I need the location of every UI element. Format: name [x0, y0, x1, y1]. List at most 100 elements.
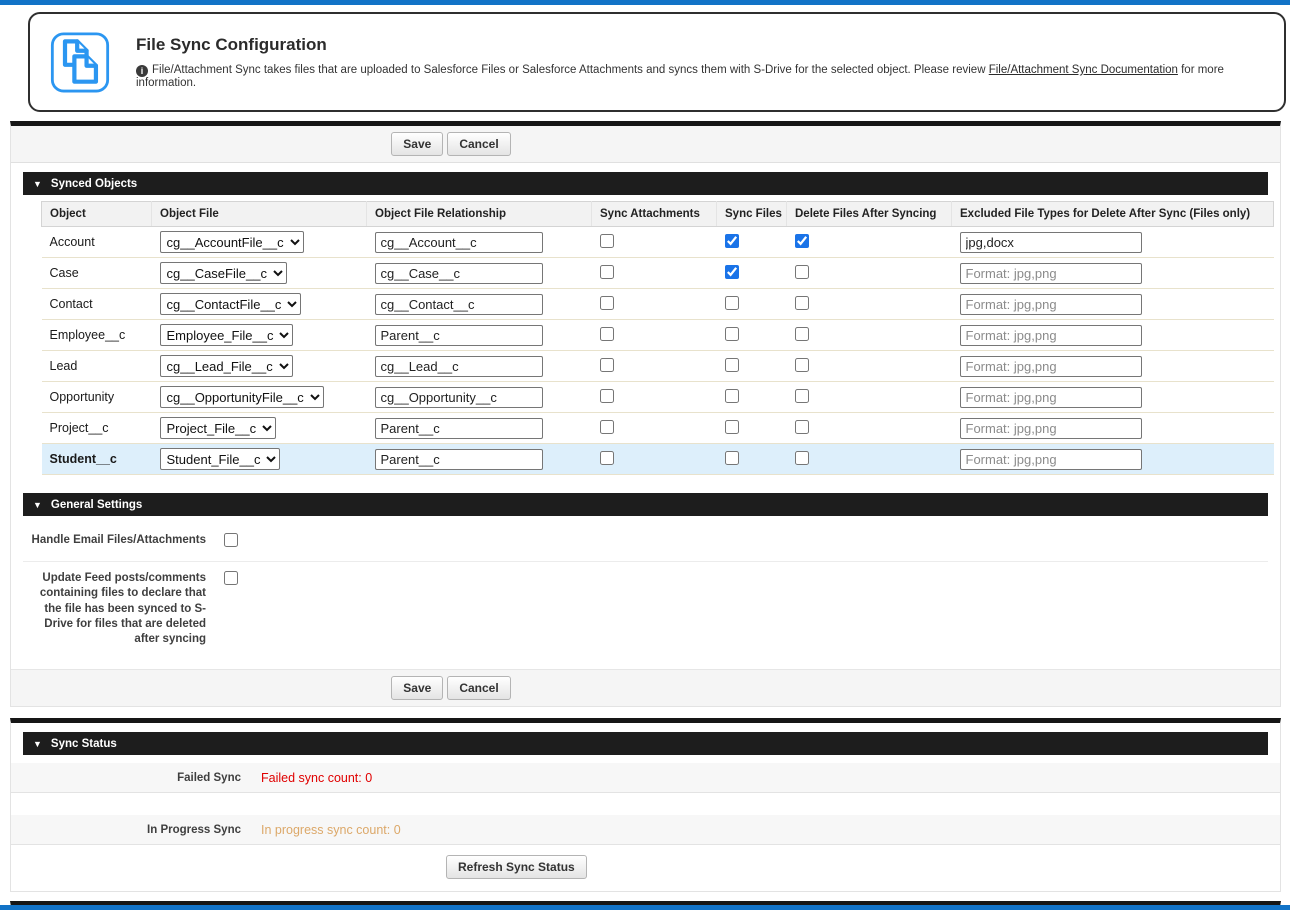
excluded-file-types-input[interactable] — [960, 325, 1142, 346]
synced-object-row: Casecg__CaseFile__c — [42, 258, 1274, 289]
save-button[interactable]: Save — [391, 132, 443, 156]
sync-files-checkbox[interactable] — [725, 420, 739, 434]
object-file-relationship-cell — [367, 413, 592, 444]
object-file-select[interactable]: cg__CaseFile__c — [160, 262, 287, 284]
object-file-cell: cg__OpportunityFile__c — [152, 382, 367, 413]
in-progress-sync-row: In Progress Sync In progress sync count:… — [11, 815, 1280, 845]
excluded-file-types-input[interactable] — [960, 294, 1142, 315]
object-file-relationship-input[interactable] — [375, 325, 543, 346]
section-title: Synced Objects — [51, 178, 137, 190]
sync-files-checkbox[interactable] — [725, 389, 739, 403]
sync-attachments-checkbox[interactable] — [600, 389, 614, 403]
excluded-file-types-input[interactable] — [960, 418, 1142, 439]
object-file-cell: cg__AccountFile__c — [152, 227, 367, 258]
delete-files-after-syncing-checkbox[interactable] — [795, 327, 809, 341]
excluded-file-types-input[interactable] — [960, 449, 1142, 470]
synced-objects-section-header[interactable]: Synced Objects — [23, 172, 1268, 195]
sync-files-checkbox-cell — [717, 351, 787, 382]
column-header: Sync Attachments — [592, 202, 717, 227]
object-file-select[interactable]: Student_File__c — [160, 448, 280, 470]
sync-files-checkbox[interactable] — [725, 451, 739, 465]
delete-files-after-syncing-checkbox[interactable] — [795, 296, 809, 310]
general-settings-rows: Handle Email Files/AttachmentsUpdate Fee… — [23, 524, 1268, 669]
object-file-relationship-input[interactable] — [375, 263, 543, 284]
object-file-cell: Student_File__c — [152, 444, 367, 475]
sync-attachments-checkbox[interactable] — [600, 296, 614, 310]
object-file-select[interactable]: cg__AccountFile__c — [160, 231, 304, 253]
sync-attachments-checkbox[interactable] — [600, 451, 614, 465]
failed-sync-label: Failed Sync — [11, 772, 241, 784]
sync-files-checkbox[interactable] — [725, 234, 739, 248]
object-file-select[interactable]: cg__OpportunityFile__c — [160, 386, 324, 408]
bottom-accent-bar — [0, 905, 1290, 910]
excluded-file-types-input[interactable] — [960, 387, 1142, 408]
refresh-button-row: Refresh Sync Status — [11, 845, 1280, 891]
column-header: Object File — [152, 202, 367, 227]
page-header: File Sync Configuration File/Attachment … — [28, 12, 1286, 112]
sync-attachments-checkbox[interactable] — [600, 234, 614, 248]
sync-attachments-checkbox[interactable] — [600, 358, 614, 372]
delete-files-after-syncing-checkbox[interactable] — [795, 420, 809, 434]
object-file-relationship-input[interactable] — [375, 294, 543, 315]
delete-files-after-syncing-checkbox[interactable] — [795, 234, 809, 248]
cancel-button[interactable]: Cancel — [447, 676, 510, 700]
synced-object-row: Contactcg__ContactFile__c — [42, 289, 1274, 320]
sync-files-checkbox[interactable] — [725, 327, 739, 341]
excluded-file-types-input[interactable] — [960, 263, 1142, 284]
setting-checkbox[interactable] — [224, 533, 238, 547]
sync-status-section-header[interactable]: Sync Status — [23, 732, 1268, 755]
object-file-select[interactable]: cg__ContactFile__c — [160, 293, 301, 315]
excluded-file-types-cell — [952, 258, 1274, 289]
documentation-link[interactable]: File/Attachment Sync Documentation — [989, 64, 1178, 76]
object-file-relationship-cell — [367, 444, 592, 475]
general-settings-section-header[interactable]: General Settings — [23, 493, 1268, 516]
excluded-file-types-cell — [952, 227, 1274, 258]
object-file-select[interactable]: Project_File__c — [160, 417, 276, 439]
info-icon — [136, 65, 148, 77]
object-file-relationship-input[interactable] — [375, 449, 543, 470]
save-button[interactable]: Save — [391, 676, 443, 700]
object-name-cell: Lead — [42, 351, 152, 382]
sync-attachments-checkbox-cell — [592, 258, 717, 289]
object-file-select[interactable]: cg__Lead_File__c — [160, 355, 293, 377]
sync-attachments-checkbox-cell — [592, 444, 717, 475]
collapse-triangle-icon[interactable] — [33, 739, 42, 749]
sync-files-checkbox[interactable] — [725, 358, 739, 372]
sync-attachments-checkbox[interactable] — [600, 420, 614, 434]
object-file-relationship-input[interactable] — [375, 232, 543, 253]
synced-objects-table: ObjectObject FileObject File Relationshi… — [41, 201, 1274, 475]
excluded-file-types-cell — [952, 413, 1274, 444]
object-file-cell: Project_File__c — [152, 413, 367, 444]
sync-attachments-checkbox[interactable] — [600, 265, 614, 279]
page-description: File/Attachment Sync takes files that ar… — [136, 64, 1264, 89]
excluded-file-types-input[interactable] — [960, 356, 1142, 377]
object-file-relationship-input[interactable] — [375, 356, 543, 377]
object-file-relationship-cell — [367, 227, 592, 258]
setting-checkbox[interactable] — [224, 571, 238, 585]
object-file-relationship-input[interactable] — [375, 418, 543, 439]
synced-object-row: Employee__cEmployee_File__c — [42, 320, 1274, 351]
sync-files-checkbox-cell — [717, 413, 787, 444]
synced-object-row: Lead cg__Lead_File__c — [42, 351, 1274, 382]
excluded-file-types-cell — [952, 289, 1274, 320]
excluded-file-types-cell — [952, 351, 1274, 382]
delete-files-after-syncing-checkbox[interactable] — [795, 358, 809, 372]
sync-attachments-checkbox[interactable] — [600, 327, 614, 341]
collapse-triangle-icon[interactable] — [33, 179, 42, 189]
refresh-sync-status-button[interactable]: Refresh Sync Status — [446, 855, 587, 879]
delete-files-after-syncing-checkbox[interactable] — [795, 451, 809, 465]
object-name-cell: Account — [42, 227, 152, 258]
excluded-file-types-input[interactable] — [960, 232, 1142, 253]
collapse-triangle-icon[interactable] — [33, 500, 42, 510]
in-progress-sync-label: In Progress Sync — [11, 824, 241, 836]
sync-files-checkbox[interactable] — [725, 265, 739, 279]
delete-files-after-syncing-checkbox[interactable] — [795, 265, 809, 279]
cancel-button[interactable]: Cancel — [447, 132, 510, 156]
spacer — [11, 793, 1280, 815]
column-header: Delete Files After Syncing — [787, 202, 952, 227]
in-progress-sync-count: In progress sync count: 0 — [261, 823, 401, 837]
delete-files-after-syncing-checkbox[interactable] — [795, 389, 809, 403]
object-file-select[interactable]: Employee_File__c — [160, 324, 293, 346]
object-file-relationship-input[interactable] — [375, 387, 543, 408]
sync-files-checkbox[interactable] — [725, 296, 739, 310]
